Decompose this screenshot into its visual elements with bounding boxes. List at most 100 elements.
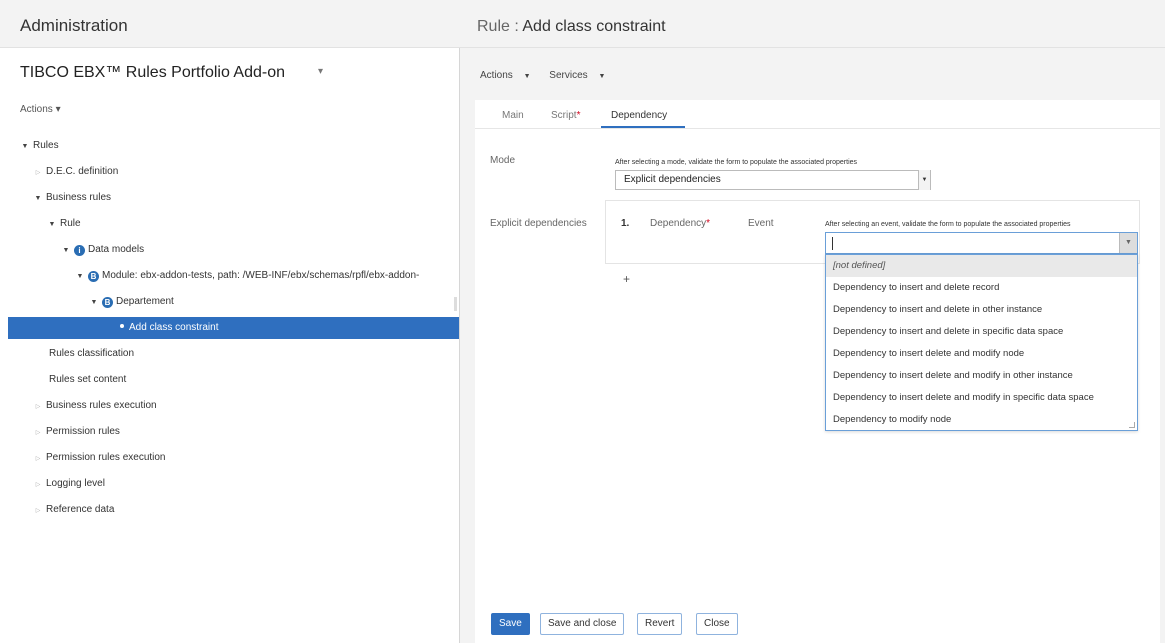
actions-menu[interactable]: Actions ▼ — [480, 70, 539, 81]
tab-main[interactable]: Main — [502, 110, 524, 121]
required-marker: * — [706, 218, 711, 229]
expanded-caret-icon[interactable]: ▼ — [75, 266, 85, 288]
dataset-title: TIBCO EBX™ Rules Portfolio Add-on — [20, 64, 285, 81]
tree-item-add-class-constraint[interactable]: Add class constraint — [8, 317, 459, 339]
tab-dependency[interactable]: Dependency — [611, 110, 667, 121]
tree-item-rule[interactable]: ▼ Rule — [47, 213, 81, 235]
left-actions-menu[interactable]: Actions ▾ — [20, 104, 61, 115]
dependency-item-index: 1. — [621, 218, 630, 229]
title-record-name: Add class constraint — [522, 18, 666, 35]
select-arrow-icon[interactable]: ▼ — [918, 170, 930, 190]
tree-item-label: Add class constraint — [129, 322, 219, 333]
explicit-dependencies-label: Explicit dependencies — [490, 218, 587, 229]
form-header: Rule : Add class constraint — [460, 0, 1165, 48]
tree-item-label: Rule — [60, 218, 81, 229]
bullet-icon — [120, 324, 124, 328]
expanded-caret-icon[interactable]: ▼ — [20, 136, 30, 158]
page-title: Rule : Add class constraint — [477, 18, 666, 36]
event-option[interactable]: Dependency to insert delete and modify i… — [826, 365, 1137, 387]
tree-item-label: Business rules — [46, 192, 112, 203]
tree-item-label: Logging level — [46, 478, 105, 489]
administration-title: Administration — [20, 16, 128, 35]
table-badge-icon: B — [102, 297, 113, 308]
close-button[interactable]: Close — [696, 613, 738, 635]
expanded-caret-icon[interactable]: ▼ — [47, 214, 57, 236]
services-menu[interactable]: Services ▼ — [549, 70, 613, 81]
tree-item-permission-rules[interactable]: ▷ Permission rules — [33, 421, 120, 443]
chevron-down-icon: ▼ — [598, 73, 606, 80]
form-toolbar: Actions ▼ Services ▼ — [480, 70, 621, 81]
dropdown-arrow-icon[interactable]: ▼ — [1119, 233, 1137, 253]
event-combobox-input[interactable]: ▼ — [825, 232, 1138, 254]
form-card: Main Script* Dependency Mode After selec… — [475, 100, 1160, 643]
expanded-caret-icon[interactable]: ▼ — [33, 188, 43, 210]
tree-item-label: Data models — [88, 244, 145, 255]
services-menu-label: Services — [549, 70, 588, 81]
mode-label: Mode — [490, 155, 516, 166]
event-option[interactable]: Dependency to insert and delete record — [826, 277, 1137, 299]
event-option[interactable]: Dependency to insert and delete in other… — [826, 299, 1137, 321]
app-window: Administration TIBCO EBX™ Rules Portfoli… — [0, 0, 1165, 643]
tree-item-business-rules-execution[interactable]: ▷ Business rules execution — [33, 395, 157, 417]
event-options-dropdown[interactable]: [not defined] Dependency to insert and d… — [825, 254, 1138, 431]
tree-item-label: Permission rules execution — [46, 452, 166, 463]
collapsed-caret-icon[interactable]: ▷ — [33, 162, 43, 184]
tree-item-permission-rules-execution[interactable]: ▷ Permission rules execution — [33, 447, 166, 469]
event-option[interactable]: Dependency to insert delete and modify n… — [826, 343, 1137, 365]
save-and-close-button[interactable]: Save and close — [540, 613, 625, 635]
tree-item-label: Module: ebx-addon-tests, path: /WEB-INF/… — [102, 270, 420, 281]
tree-item-rules[interactable]: ▼ Rules — [20, 135, 59, 157]
tab-script[interactable]: Script* — [551, 110, 580, 121]
event-label: Event — [748, 218, 774, 229]
navigation-panel: Administration TIBCO EBX™ Rules Portfoli… — [0, 0, 460, 643]
add-dependency-button[interactable]: + — [623, 272, 630, 286]
event-help-text: After selecting an event, validate the f… — [825, 221, 1071, 228]
tree-item-reference-data[interactable]: ▷ Reference data — [33, 499, 115, 522]
mode-select[interactable]: Explicit dependencies ▼ — [615, 170, 931, 190]
dependency-label-text: Dependency — [650, 218, 707, 229]
tree-item-label: Business rules execution — [46, 400, 157, 411]
collapsed-caret-icon[interactable]: ▷ — [33, 474, 43, 496]
tree-item-label: D.E.C. definition — [46, 166, 119, 177]
event-option[interactable]: [not defined] — [826, 255, 1137, 277]
expanded-caret-icon[interactable]: ▼ — [89, 292, 99, 314]
tree-item-label: Departement — [116, 296, 174, 307]
collapsed-caret-icon[interactable]: ▷ — [33, 422, 43, 444]
module-badge-icon: B — [88, 271, 99, 282]
collapsed-caret-icon[interactable]: ▷ — [33, 396, 43, 418]
info-badge-icon: i — [74, 245, 85, 256]
tree-item-label: Reference data — [46, 504, 115, 515]
tree-item-logging-level[interactable]: ▷ Logging level — [33, 473, 105, 495]
mode-select-value: Explicit dependencies — [624, 174, 721, 185]
tree-item-rules-classification[interactable]: Rules classification — [49, 343, 134, 365]
tree-item-departement[interactable]: ▼ B Departement — [89, 291, 174, 313]
tree-scrollbar[interactable] — [454, 297, 457, 311]
tab-divider — [475, 128, 1160, 129]
text-cursor — [832, 237, 833, 250]
tree-item-rules-set-content[interactable]: Rules set content — [49, 369, 126, 391]
dependency-label: Dependency* — [650, 218, 710, 229]
tree-item-label: Permission rules — [46, 426, 120, 437]
tree-item-label: Rules — [33, 140, 59, 151]
collapsed-caret-icon[interactable]: ▷ — [33, 500, 43, 522]
title-prefix: Rule — [477, 18, 510, 35]
record-form-panel: Rule : Add class constraint Actions ▼ Se… — [460, 0, 1165, 643]
dataset-menu-caret-icon[interactable]: ▾ — [318, 66, 323, 77]
mode-help-text: After selecting a mode, validate the for… — [615, 159, 858, 166]
tree-item-module[interactable]: ▼ B Module: ebx-addon-tests, path: /WEB-IN… — [75, 265, 419, 287]
revert-button[interactable]: Revert — [637, 613, 683, 635]
required-marker: * — [576, 110, 581, 121]
event-option[interactable]: Dependency to insert delete and modify i… — [826, 387, 1137, 409]
tree-item-business-rules[interactable]: ▼ Business rules — [33, 187, 112, 210]
resize-handle-icon[interactable] — [1129, 422, 1135, 428]
event-option[interactable]: Dependency to modify node — [826, 409, 1137, 431]
expanded-caret-icon[interactable]: ▼ — [61, 240, 71, 262]
tree-item-data-models[interactable]: ▼ i Data models — [61, 239, 144, 261]
collapsed-caret-icon[interactable]: ▷ — [33, 448, 43, 470]
tab-label: Script — [551, 110, 577, 121]
title-separator: : — [514, 18, 519, 35]
tree-item-label: Rules set content — [49, 374, 127, 385]
event-option[interactable]: Dependency to insert and delete in speci… — [826, 321, 1137, 343]
tree-item-dec-definition[interactable]: ▷ D.E.C. definition — [33, 161, 119, 184]
save-button[interactable]: Save — [491, 613, 530, 635]
